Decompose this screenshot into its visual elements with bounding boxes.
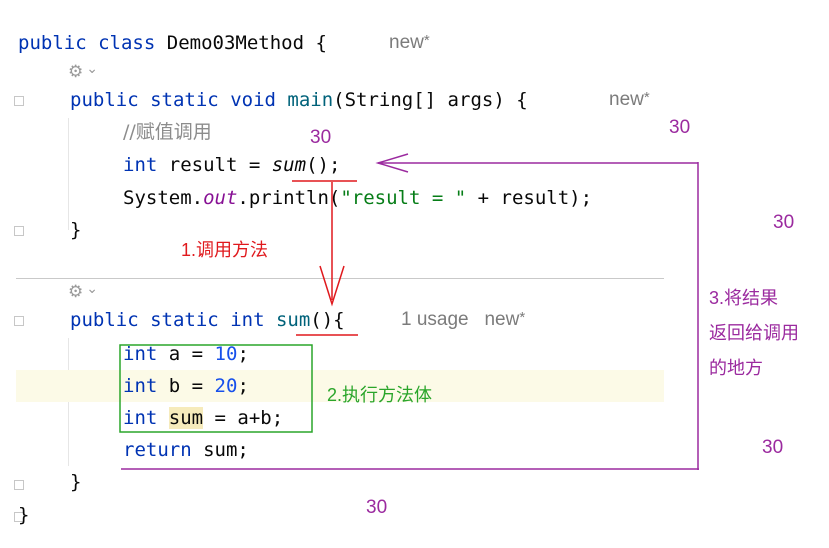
class-declaration: public class Demo03Method {	[18, 32, 327, 54]
declare-sum: int sum = a+b;	[123, 407, 284, 429]
red-arrow-head	[319, 265, 345, 307]
step3-label-line2: 返回给调用	[709, 323, 799, 343]
ai-assist-icon[interactable]: ⚙ ⌄	[68, 281, 98, 303]
chevron-down-icon: ⌄	[86, 61, 98, 77]
fold-marker[interactable]	[14, 226, 24, 236]
assign-statement: int result = sum();	[123, 154, 341, 176]
declare-a: int a = 10;	[123, 343, 249, 365]
value-30-label: 30	[310, 127, 332, 148]
purple-arrow-head	[375, 153, 409, 173]
sum-method-name: sum	[275, 309, 311, 331]
sum-method-declaration: public static int sum(){	[70, 309, 345, 331]
value-30-label: 30	[762, 437, 784, 458]
method-separator	[16, 278, 664, 279]
annotation-overlay	[119, 153, 699, 470]
main-method-declaration: public static void main(String[] args) {	[70, 89, 528, 111]
indent-guide	[68, 118, 69, 230]
fold-marker[interactable]	[14, 480, 24, 490]
indent-guide	[68, 338, 69, 466]
sum-call: sum	[271, 154, 307, 176]
class-close-brace: }	[18, 504, 30, 526]
ai-assist-icon[interactable]: ⚙ ⌄	[68, 61, 98, 83]
step3-label-line3: 的地方	[709, 358, 763, 378]
return-statement: return sum;	[123, 439, 249, 461]
step2-label: 2.执行方法体	[327, 385, 433, 405]
value-30-label: 30	[366, 497, 388, 518]
step3-label-line1: 3.将结果	[709, 288, 779, 308]
author-hint[interactable]: new*	[389, 31, 430, 55]
value-30-label: 30	[773, 212, 795, 233]
declare-b: int b = 20;	[123, 375, 249, 397]
step1-label: 1.调用方法	[181, 240, 269, 260]
main-close-brace: }	[70, 219, 82, 241]
fold-marker[interactable]	[14, 96, 24, 106]
chevron-down-icon: ⌄	[86, 281, 98, 297]
usage-hint[interactable]: 1 usage new*	[401, 308, 525, 332]
code-comment: //赋值调用	[123, 121, 212, 143]
println-statement: System.out.println("result = " + result)…	[123, 187, 593, 209]
sum-close-brace: }	[70, 471, 82, 493]
value-30-label: 30	[669, 117, 691, 138]
fold-marker[interactable]	[14, 316, 24, 326]
author-hint[interactable]: new*	[609, 88, 650, 112]
